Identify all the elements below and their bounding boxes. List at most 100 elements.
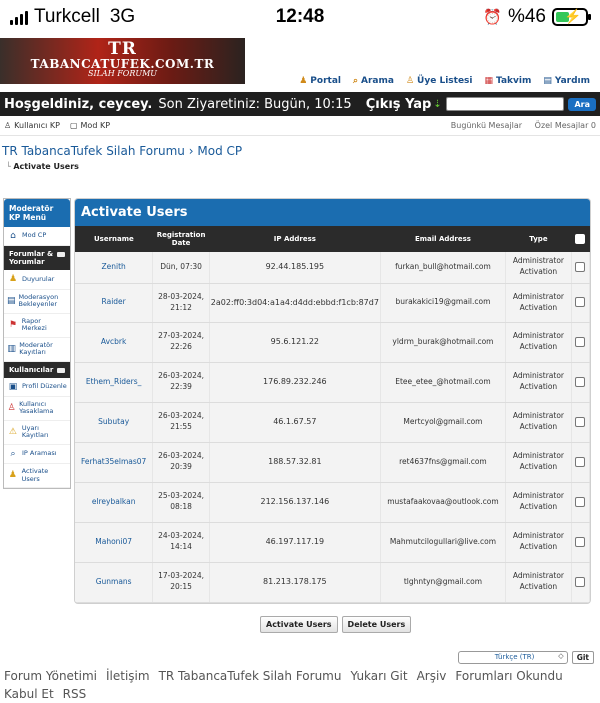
row-email: tlghntyn@gmail.com	[380, 562, 507, 603]
row-username[interactable]: Subutay	[75, 402, 154, 443]
row-checkbox[interactable]	[571, 402, 590, 443]
ip-icon: ⌕	[10, 448, 16, 459]
private-messages-link[interactable]: Özel Mesajlar 0	[535, 121, 596, 130]
search-icon: ⌕	[352, 76, 359, 86]
table-row: Gunmans 17-03-2024, 20:15 81.213.178.175 tl…	[75, 562, 590, 603]
row-date: 27-03-2024, 22:26	[152, 322, 210, 363]
table-row: Subutay 26-03-2024, 21:55 46.1.67.57 Mertcy…	[75, 402, 590, 443]
today-posts-link[interactable]: Bugünkü Mesajlar	[451, 121, 522, 130]
delete-users-button[interactable]: Delete Users	[341, 616, 412, 633]
footer-top-link[interactable]: Yukarı Git	[350, 669, 407, 683]
row-type: Administrator Activation	[505, 562, 572, 603]
footer-contact-link[interactable]: İletişim	[106, 669, 150, 683]
portal-icon: ♟	[299, 76, 308, 86]
col-type: Type	[505, 226, 572, 252]
row-email: burakakici19@gmail.com	[380, 283, 507, 323]
logout-icon: ⇣	[433, 98, 442, 110]
language-row: Türkçe (TR) Git	[457, 651, 594, 664]
log-icon: ▥	[7, 343, 16, 354]
footer-archive-link[interactable]: Arşiv	[417, 669, 447, 683]
row-username[interactable]: Mahoni07	[75, 522, 154, 563]
row-type: Administrator Activation	[505, 402, 572, 443]
user-cp-link[interactable]: Kullanıcı KP	[14, 121, 60, 130]
row-date: 26-03-2024, 20:39	[152, 442, 210, 483]
language-select[interactable]: Türkçe (TR)	[457, 651, 568, 664]
footer-links: Forum Yönetimi İletişim TR TabancaTufek Si…	[4, 667, 594, 703]
battery-percent: %46	[507, 6, 546, 27]
users-table: Username Registration Date IP Address Em…	[75, 226, 590, 603]
sidebar-item-announcements[interactable]: ♟ Duyurular	[4, 270, 70, 290]
logout-link[interactable]: Çıkış Yap	[366, 97, 432, 112]
mod-cp-icon: ▢	[69, 121, 78, 130]
sidebar-item-reports[interactable]: ⚑ Rapor Merkezi	[4, 314, 70, 338]
row-checkbox[interactable]	[571, 283, 590, 323]
sidebar-item-warnings[interactable]: ⚠ Uyarı Kayıtları	[4, 421, 70, 445]
sidebar-item-edit-profile[interactable]: ▣ Profil Düzenle	[4, 378, 70, 397]
table-row: Avcbrk 27-03-2024, 22:26 95.6.121.22 yldrm_…	[75, 322, 590, 363]
row-checkbox[interactable]	[571, 522, 590, 563]
row-type: Administrator Activation	[505, 322, 572, 363]
report-icon: ⚑	[8, 319, 17, 330]
table-row: Ethem_Riders_ 26-03-2024, 22:39 176.89.232…	[75, 362, 590, 403]
sidebar-item-mod-logs[interactable]: ▥ Moderatör Kayıtları	[4, 338, 70, 362]
nav-search[interactable]: ⌕ Arama	[353, 76, 394, 86]
search-input[interactable]	[446, 97, 565, 111]
row-username[interactable]: Gunmans	[75, 562, 154, 603]
table-row: Mahoni07 24-03-2024, 14:14 46.197.117.19 Ma…	[75, 522, 590, 563]
row-date: Dün, 07:30	[152, 252, 210, 284]
queue-icon: ▤	[7, 295, 16, 306]
row-checkbox[interactable]	[571, 362, 590, 403]
sidebar-item-moderation-queue[interactable]: ▤ Moderasyon Bekleyenler	[4, 290, 70, 314]
row-checkbox[interactable]	[571, 322, 590, 363]
activate-icon: ♟	[8, 470, 17, 481]
nav-calendar[interactable]: ▦ Takvim	[484, 76, 531, 86]
row-ip: 46.197.117.19	[209, 522, 381, 563]
row-checkbox[interactable]	[571, 482, 590, 523]
help-icon: ▤	[543, 76, 552, 86]
row-checkbox[interactable]	[571, 252, 590, 284]
last-visit: Son Ziyaretiniz: Bugün, 10:15	[158, 96, 352, 112]
row-ip: 92.44.185.195	[209, 252, 381, 284]
search-button[interactable]: Ara	[568, 97, 596, 111]
table-row: Raider 28-03-2024, 21:12 2a02:ff0:3d04:a1a…	[75, 283, 590, 323]
row-username[interactable]: elreybalkan	[75, 482, 154, 523]
row-date: 26-03-2024, 21:55	[152, 402, 210, 443]
row-type: Administrator Activation	[505, 362, 572, 403]
row-username[interactable]: Avcbrk	[75, 322, 154, 363]
sidebar-section-forums[interactable]: Forumlar & Yorumlar	[4, 246, 70, 271]
language-go-button[interactable]: Git	[571, 651, 594, 664]
sidebar-section-users[interactable]: Kullanıcılar	[4, 361, 70, 378]
nav-members[interactable]: ♙ Üye Listesi	[406, 76, 473, 86]
row-type: Administrator Activation	[505, 283, 572, 323]
breadcrumb-root[interactable]: TR TabancaTufek Silah Forumu	[2, 144, 185, 158]
user-cp-icon: ♙	[4, 121, 12, 130]
row-username[interactable]: Zenith	[75, 252, 154, 284]
row-checkbox[interactable]	[571, 562, 590, 603]
footer-admin-link[interactable]: Forum Yönetimi	[4, 669, 97, 683]
row-ip: 212.156.137.146	[209, 482, 381, 523]
nav-help[interactable]: ▤ Yardım	[543, 76, 590, 86]
site-logo[interactable]: TR TABANCATUFEK.COM.TR SILAH FORUMU	[0, 38, 245, 84]
row-checkbox[interactable]	[571, 442, 590, 483]
row-username[interactable]: Ethem_Riders_	[75, 362, 154, 403]
row-email: mustafaakovaa@outlook.com	[380, 482, 507, 523]
select-all-checkbox[interactable]	[571, 226, 590, 252]
activate-users-button[interactable]: Activate Users	[260, 616, 338, 633]
row-type: Administrator Activation	[505, 442, 572, 483]
sidebar-item-modcp[interactable]: ⌂ Mod CP	[4, 227, 70, 247]
row-username[interactable]: Raider	[75, 283, 154, 323]
sidebar-item-activate-users[interactable]: ♟ Activate Users	[4, 464, 70, 488]
row-username[interactable]: Ferhat35elmas07	[75, 442, 154, 483]
alarm-icon: ⏰	[483, 9, 502, 26]
mod-cp-link[interactable]: Mod KP	[81, 121, 111, 130]
footer-forum-link[interactable]: TR TabancaTufek Silah Forumu	[159, 669, 342, 683]
nav-portal[interactable]: ♟ Portal	[299, 76, 341, 86]
col-email-address: Email Address	[380, 226, 506, 252]
breadcrumb-current[interactable]: Mod CP	[197, 144, 242, 158]
row-ip: 188.57.32.81	[209, 442, 381, 483]
sidebar-item-ip-search[interactable]: ⌕ IP Araması	[4, 445, 70, 465]
calendar-icon: ▦	[484, 76, 493, 86]
footer-rss-link[interactable]: RSS	[63, 687, 87, 701]
sidebar-item-ban-user[interactable]: ♙ Kullanıcı Yasaklama	[4, 397, 70, 421]
table-row: Zenith Dün, 07:30 92.44.185.195 furkan_bull…	[75, 252, 590, 284]
